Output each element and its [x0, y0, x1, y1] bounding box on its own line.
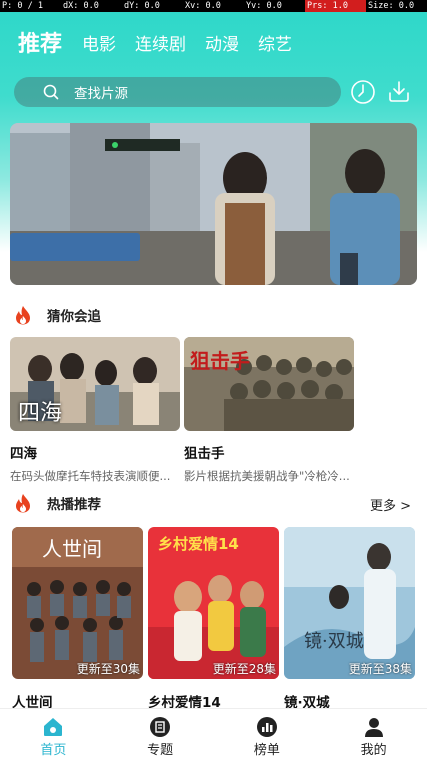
download-icon[interactable]: [386, 79, 412, 105]
nav-label: 专题: [147, 743, 174, 758]
nav-label: 我的: [360, 743, 387, 758]
card-description: 在码头做摩托车特技表演顺便...: [10, 469, 171, 483]
tab-variety[interactable]: 综艺: [258, 30, 292, 60]
tab-anime[interactable]: 动漫: [205, 30, 239, 60]
debug-overlay: P: 0 / 1 dX: 0.0 dY: 0.0 Xv: 0.0 Yv: 0.0…: [0, 0, 427, 12]
section-label: 猜你会追: [47, 309, 101, 325]
recommend-card[interactable]: 四海 四海 在码头做摩托车特技表演顺便...: [10, 337, 180, 484]
card-thumbnail: 四海: [10, 337, 180, 431]
nav-label: 榜单: [253, 743, 280, 758]
nav-profile[interactable]: 我的: [320, 709, 427, 760]
fire-icon: [16, 306, 30, 325]
poster-text: 乡村爱情14: [158, 535, 239, 553]
section-title-recommend: 猜你会追: [14, 305, 101, 325]
search-bar[interactable]: 查找片源: [14, 77, 341, 107]
card-thumbnail: 镜·双城 更新至38集: [284, 527, 415, 679]
episode-badge: 更新至38集: [348, 662, 412, 676]
card-thumbnail: 乡村爱情14 更新至28集: [148, 527, 279, 679]
fire-icon: [16, 494, 30, 513]
hot-card[interactable]: 镜·双城 更新至38集 镜·双城: [284, 527, 415, 711]
debug-yv: Yv: 0.0: [246, 1, 282, 11]
more-link[interactable]: 更多 >: [370, 495, 411, 514]
recommend-card[interactable]: 狙击手 狙击手 影片根据抗美援朝战争"冷枪冷...: [184, 337, 354, 484]
hot-card[interactable]: 人世间 更新至30集 人世间: [12, 527, 143, 711]
nav-ranking[interactable]: 榜单: [214, 709, 321, 760]
tab-series[interactable]: 连续剧: [135, 30, 186, 60]
poster-text: 人世间: [42, 537, 102, 561]
topic-icon: [150, 717, 171, 737]
nav-home[interactable]: 首页: [0, 709, 107, 760]
debug-size: Size: 0.0: [368, 1, 415, 11]
poster-text: 镜·双城: [304, 631, 364, 652]
hot-card[interactable]: 乡村爱情14 更新至28集 乡村爱情14: [148, 527, 279, 711]
poster-text: 四海: [18, 401, 63, 426]
debug-dx: dX: 0.0: [63, 1, 99, 11]
tab-movie[interactable]: 电影: [82, 30, 116, 60]
section-label: 热播推荐: [47, 497, 101, 513]
user-icon: [364, 718, 383, 737]
home-icon: [44, 718, 63, 736]
nav-topic[interactable]: 专题: [107, 709, 214, 760]
card-title: 四海: [10, 446, 37, 462]
nav-label: 首页: [40, 743, 67, 758]
bottom-navigation: 首页 专题 榜单 我的: [0, 708, 427, 760]
card-description: 影片根据抗美援朝战争"冷枪冷...: [184, 469, 350, 483]
debug-pressure: Prs: 1.0: [305, 0, 366, 12]
tab-recommend[interactable]: 推荐: [18, 30, 62, 60]
search-icon: [43, 84, 59, 100]
debug-dy: dY: 0.0: [124, 1, 160, 11]
debug-xv: Xv: 0.0: [185, 1, 221, 11]
episode-badge: 更新至28集: [212, 662, 276, 676]
card-thumbnail: 人世间 更新至30集: [12, 527, 143, 679]
section-title-hot: 热播推荐: [14, 493, 101, 513]
poster-text: 狙击手: [190, 349, 250, 373]
category-tabs: 推荐 电影 连续剧 动漫 综艺: [18, 30, 311, 60]
debug-pointer: P: 0 / 1: [2, 1, 43, 11]
banner-image: [10, 123, 417, 285]
history-clock-icon[interactable]: [350, 79, 376, 105]
chart-icon: [256, 717, 277, 737]
episode-badge: 更新至30集: [76, 662, 140, 676]
search-placeholder: 查找片源: [74, 86, 128, 102]
card-thumbnail: 狙击手: [184, 337, 354, 431]
featured-banner[interactable]: [10, 123, 417, 285]
card-title: 狙击手: [184, 446, 225, 462]
